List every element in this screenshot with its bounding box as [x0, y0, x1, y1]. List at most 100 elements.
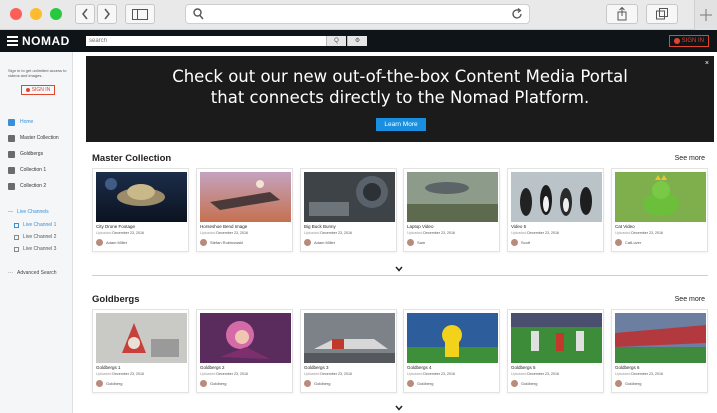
section-title-master-collection: Master Collection [92, 153, 172, 164]
thumbnail-image [96, 172, 187, 222]
channel-icon [14, 234, 19, 240]
banner-line-2: that connects directly to the Nomad Plat… [210, 88, 590, 107]
media-card[interactable]: Goldbergs 6 Uploaded December 23, 2016 G… [611, 309, 708, 393]
card-date-prefix: Uploaded [615, 231, 631, 235]
search-input[interactable] [86, 36, 326, 46]
see-more-link-goldbergs[interactable]: See more [675, 296, 705, 303]
new-tab-button[interactable] [694, 0, 717, 30]
collection-icon [8, 134, 15, 142]
avatar [407, 380, 414, 387]
media-card[interactable]: Goldbergs 3 Uploaded December 23, 2016 G… [300, 309, 397, 393]
sidebar-signin-label: SIGN IN [31, 87, 51, 93]
card-date-prefix: Uploaded [304, 372, 320, 376]
media-card[interactable]: Horseshoe Bend Image Uploaded December 2… [196, 168, 293, 252]
card-date-prefix: Uploaded [304, 231, 320, 235]
thumbnail-image [407, 313, 498, 363]
sidebar-item-advanced-search[interactable]: ··· Advanced Search [8, 270, 56, 276]
chevron-down-icon[interactable] [395, 405, 403, 411]
media-card[interactable]: Goldbergs 1 Uploaded December 23, 2016 G… [92, 309, 189, 393]
card-date-value: December 23, 2016 [527, 372, 559, 376]
card-date: Uploaded December 23, 2016 [511, 231, 559, 235]
sidebar-item-collection-2[interactable]: Collection 2 [8, 181, 46, 191]
reload-icon[interactable] [511, 8, 523, 20]
live-channels-section[interactable]: — Live Channels [8, 209, 49, 215]
search-icon [193, 8, 204, 20]
card-title: Goldbergs 2 [200, 365, 225, 370]
tabs-button[interactable] [646, 4, 678, 24]
share-icon [617, 7, 627, 21]
minimize-window-button[interactable] [30, 8, 42, 20]
sidebar-item-goldbergs[interactable]: Goldbergs [8, 149, 43, 159]
card-title: Big Buck Bunny [304, 224, 336, 229]
card-date-value: December 23, 2016 [112, 372, 144, 376]
search-button[interactable]: Q [326, 36, 346, 46]
card-title: Goldbergs 4 [407, 365, 432, 370]
avatar [511, 239, 518, 246]
card-title: Goldbergs 3 [304, 365, 329, 370]
media-card[interactable]: Goldbergs 2 Uploaded December 23, 2016 G… [196, 309, 293, 393]
sidebar-item-label: Live Channel 2 [23, 234, 57, 240]
card-date: Uploaded December 23, 2016 [407, 372, 455, 376]
card-date-value: December 23, 2016 [320, 231, 352, 235]
browser-toolbar [0, 0, 717, 30]
media-card[interactable]: Goldbergs 5 Uploaded December 23, 2016 G… [507, 309, 604, 393]
close-window-button[interactable] [10, 8, 22, 20]
card-user: Goldberg [521, 381, 538, 386]
card-user: Stefan Robinowski [210, 240, 244, 245]
signin-label: SIGN IN [681, 38, 704, 44]
card-title: Video 5 [511, 224, 527, 229]
collection-icon [8, 166, 15, 174]
card-date: Uploaded December 23, 2016 [615, 372, 663, 376]
collapse-icon: — [8, 209, 13, 215]
thumbnail-image [615, 172, 706, 222]
sidebar-item-live-channel-3[interactable]: Live Channel 3 [14, 246, 56, 252]
card-title: Cat Video [615, 224, 635, 229]
sidebar-item-live-channel-1[interactable]: Live Channel 1 [14, 222, 56, 228]
address-bar[interactable] [185, 4, 530, 24]
card-date: Uploaded December 23, 2016 [304, 372, 352, 376]
media-card[interactable]: Big Buck Bunny Uploaded December 23, 201… [300, 168, 397, 252]
media-card[interactable]: Laptop Video Uploaded December 23, 2016 … [403, 168, 500, 252]
chevron-down-icon[interactable] [395, 266, 403, 272]
sidebar-item-collection-1[interactable]: Collection 1 [8, 165, 46, 175]
back-button[interactable] [75, 4, 95, 24]
card-user: Goldberg [417, 381, 434, 386]
address-input[interactable] [208, 7, 498, 21]
thumbnail-image [615, 313, 706, 363]
media-card[interactable]: Goldbergs 4 Uploaded December 23, 2016 G… [403, 309, 500, 393]
sidebar-toggle-button[interactable] [125, 4, 155, 24]
banner-text: Check out our new out-of-the-box Content… [86, 66, 714, 108]
sidebar-item-home[interactable]: Home [8, 117, 33, 127]
promo-banner: Check out our new out-of-the-box Content… [86, 56, 714, 142]
card-date-value: December 23, 2016 [423, 231, 455, 235]
card-date-value: December 23, 2016 [112, 231, 144, 235]
banner-line-1: Check out our new out-of-the-box Content… [172, 67, 628, 86]
thumbnail-image [200, 172, 291, 222]
forward-button[interactable] [97, 4, 117, 24]
see-more-link-master-collection[interactable]: See more [675, 155, 705, 162]
forward-icon [104, 8, 110, 20]
card-date: Uploaded December 23, 2016 [304, 231, 352, 235]
sidebar-signin-button[interactable]: SIGN IN [21, 85, 55, 95]
media-card[interactable]: Cat Video Uploaded December 23, 2016 Cat… [611, 168, 708, 252]
media-card[interactable]: City Drone Footage Uploaded December 23,… [92, 168, 189, 252]
media-card[interactable]: Video 5 Uploaded December 23, 2016 Scott [507, 168, 604, 252]
sidebar-item-label: Goldbergs [20, 151, 44, 157]
collection-icon [8, 182, 15, 190]
learn-more-button[interactable]: Learn More [376, 118, 426, 131]
signin-button[interactable]: SIGN IN [668, 35, 709, 47]
close-icon[interactable]: × [705, 60, 709, 67]
maximize-window-button[interactable] [50, 8, 62, 20]
search-settings-button[interactable]: ⚙ [347, 36, 367, 46]
card-date: Uploaded December 23, 2016 [96, 372, 144, 376]
sidebar-item-live-channel-2[interactable]: Live Channel 2 [14, 234, 56, 240]
sidebar-item-master-collection[interactable]: Master Collection [8, 133, 59, 143]
card-user: Adam Miller [314, 240, 336, 245]
sidebar: Sign in to get unlimited access to video… [0, 52, 73, 413]
card-user: Sam [417, 240, 426, 245]
avatar [200, 380, 207, 387]
sidebar-item-label: Collection 2 [20, 183, 47, 189]
share-button[interactable] [606, 4, 638, 24]
home-icon [8, 118, 15, 126]
menu-icon[interactable] [7, 36, 18, 46]
